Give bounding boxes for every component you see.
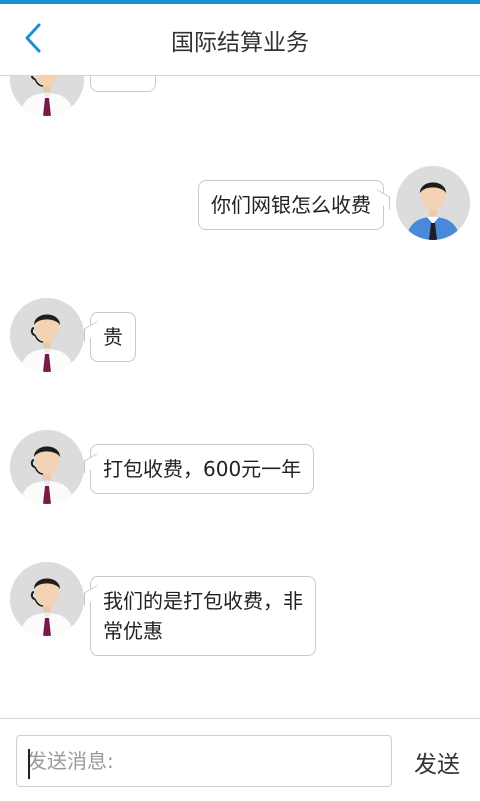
message-text-line: 我们的是打包收费，非 xyxy=(103,589,303,613)
message-text: 测试 xyxy=(103,76,143,79)
message-text: 你们网银怎么收费 xyxy=(211,193,371,217)
text-cursor xyxy=(28,749,30,779)
agent-avatar[interactable] xyxy=(10,298,84,372)
send-button[interactable]: 发送 xyxy=(404,745,470,779)
chat-history[interactable]: 测试 你们网银怎么收费 xyxy=(0,76,480,718)
message-input-box[interactable] xyxy=(16,735,392,787)
message-bubble: 贵 xyxy=(90,312,136,362)
message-input[interactable] xyxy=(17,736,391,786)
message-bubble: 测试 xyxy=(90,76,156,92)
message-bubble: 打包收费，600元一年 xyxy=(90,444,315,494)
page-title: 国际结算业务 xyxy=(171,30,309,56)
agent-avatar[interactable] xyxy=(10,562,84,636)
message-bubble: 你们网银怎么收费 xyxy=(198,180,384,230)
top-bar: 国际结算业务 xyxy=(0,4,480,76)
message-bubble: 我们的是打包收费，非 常优惠 xyxy=(90,576,316,656)
message-text: 打包收费，600元一年 xyxy=(103,457,302,481)
agent-avatar[interactable] xyxy=(10,430,84,504)
composer-bar: 发送 xyxy=(0,718,480,801)
message-text: 贵 xyxy=(103,325,123,349)
user-avatar[interactable] xyxy=(396,166,470,240)
message-text-line: 常优惠 xyxy=(103,619,163,643)
agent-avatar[interactable] xyxy=(10,76,84,116)
